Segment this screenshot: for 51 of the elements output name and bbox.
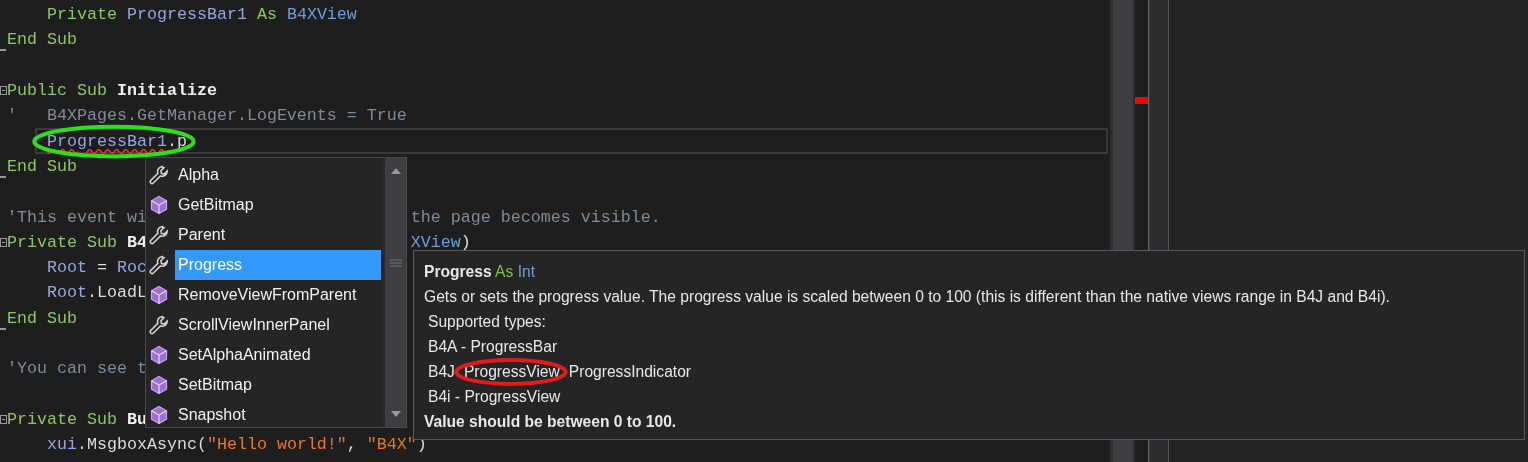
code-line: 'This event wi [7,207,147,227]
code-fragment: XView) [410,232,471,252]
cube-icon [149,375,169,395]
autocomplete-item[interactable]: ScrollViewInnerPanel [175,310,381,340]
autocomplete-item[interactable]: Alpha [175,160,381,190]
fold-end-icon [0,49,6,52]
tooltip-note: Value should be between 0 to 100. [424,412,677,431]
grip-icon[interactable] [389,258,402,267]
tooltip-text: B4J [428,362,455,381]
scroll-up-icon[interactable] [389,167,402,175]
wrench-icon [149,255,169,275]
tooltip-signature: Progress As Int [424,262,535,281]
code-line: Root = Roc [46,258,147,278]
code-line: ProgressBar1.p [46,131,187,151]
code-line: Public Sub Initialize [7,81,217,101]
autocomplete-item[interactable]: SetAlphaAnimated [175,340,381,370]
scrollbar[interactable] [383,158,406,427]
tooltip-text: B4i - ProgressView [428,387,561,406]
error-marker [1135,97,1148,104]
collapse-icon[interactable] [0,237,7,247]
tooltip-text: B4A - ProgressBar [428,337,558,356]
tooltip-text: ProgressIndicator [568,362,691,381]
tooltip-description: Gets or sets the progress value. The progress value is scaled between 0 to 100 (this is different than the native views range in B4J and B4i). [424,287,1390,306]
cube-icon [149,405,169,425]
code-line: End Sub [7,30,77,50]
code-line: Root.LoadL [46,283,147,303]
cube-icon [149,285,169,305]
code-fragment: the page becomes visible. [410,207,661,227]
autocomplete-item[interactable]: RemoveViewFromParent [175,280,381,310]
wrench-icon [149,225,169,245]
wrench-icon [149,315,169,335]
autocomplete-item[interactable]: Parent [175,220,381,250]
wrench-icon [149,165,169,185]
autocomplete-item[interactable]: Snapshot [175,400,381,430]
cube-icon [149,345,169,365]
code-line: ' B4XPages.GetManager.LogEvents = True [7,106,407,126]
code-line: End Sub [7,156,77,176]
code-line: End Sub [7,308,77,328]
collapse-icon[interactable] [0,414,7,424]
tooltip-text: ProgressView [463,362,560,381]
scroll-down-icon[interactable] [389,410,402,418]
collapse-icon[interactable] [0,85,7,95]
fold-end-icon [0,175,6,178]
autocomplete-item[interactable]: SetBitmap [175,370,381,400]
code-line: Private ProgressBar1 As B4XView [46,5,357,25]
fold-end-icon [0,327,6,330]
code-line: 'You can see t [7,359,147,379]
tooltip-text: Supported types: [428,312,546,331]
code-line: Private Sub B4 [7,232,147,252]
autocomplete-item[interactable]: GetBitmap [175,190,381,220]
cube-icon [149,195,169,215]
